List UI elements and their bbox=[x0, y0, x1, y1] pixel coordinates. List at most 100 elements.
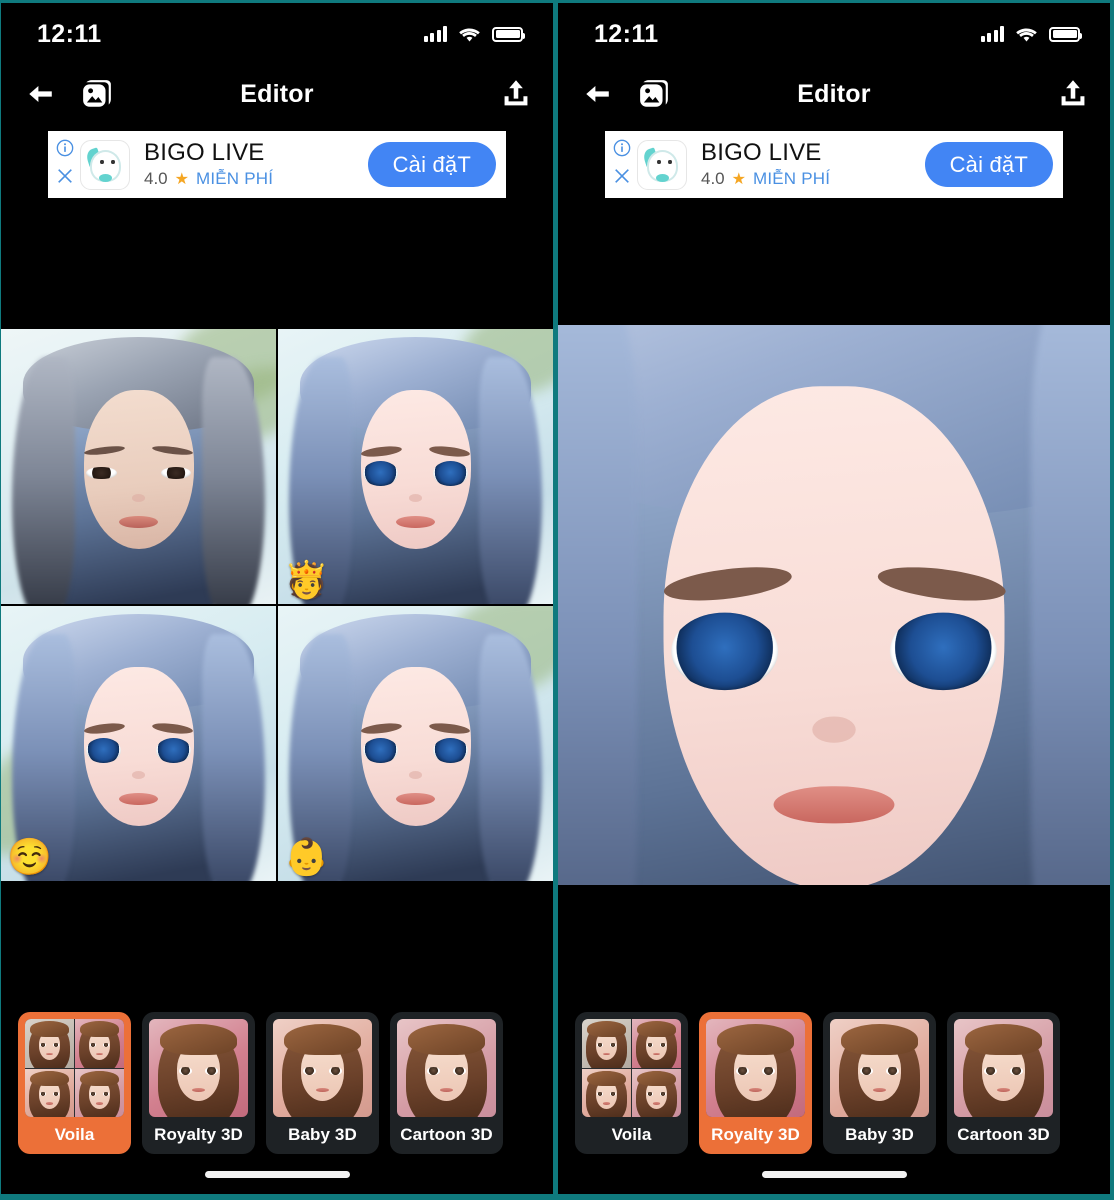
ad-title: BIGO LIVE bbox=[144, 139, 265, 167]
status-bar: 12:11 bbox=[1, 3, 553, 65]
ad-text-block: BIGO LIVE 4.0 ★ MIỄN PHÍ bbox=[687, 140, 925, 189]
ad-banner[interactable]: BIGO LIVE 4.0 ★ MIỄN PHÍ Cài đặT bbox=[605, 131, 1063, 198]
nav-right-group bbox=[1058, 78, 1088, 110]
style-label: Baby 3D bbox=[845, 1125, 914, 1144]
style-card-voila[interactable]: Voila bbox=[575, 1012, 688, 1154]
ad-text-block: BIGO LIVE 4.0 ★ MIỄN PHÍ bbox=[130, 140, 368, 189]
ad-subline: 4.0 ★ MIỄN PHÍ bbox=[701, 169, 925, 189]
style-card-baby-3d[interactable]: Baby 3D bbox=[266, 1012, 379, 1154]
cell-badge: ☺️ bbox=[7, 836, 52, 877]
ad-marks bbox=[52, 139, 78, 190]
status-clock: 12:11 bbox=[594, 19, 659, 48]
close-icon[interactable] bbox=[56, 167, 74, 190]
status-indicators bbox=[980, 26, 1082, 43]
ad-rating: 4.0 bbox=[144, 168, 168, 188]
ad-install-button[interactable]: Cài đặT bbox=[924, 142, 1053, 187]
original-photo[interactable] bbox=[1, 329, 276, 604]
style-tray: Voila Royalty 3D Baby 3D Cartoon 3D bbox=[558, 1012, 1110, 1154]
cellular-signal-icon bbox=[423, 26, 447, 42]
style-thumbnail bbox=[706, 1019, 805, 1117]
bigo-live-app-icon bbox=[80, 139, 130, 190]
canvas-top-spacer bbox=[558, 198, 1110, 325]
photo-stack-icon[interactable] bbox=[638, 78, 670, 110]
home-indicator[interactable] bbox=[761, 1170, 907, 1178]
share-upload-icon[interactable] bbox=[501, 78, 531, 110]
home-indicator[interactable] bbox=[204, 1170, 350, 1178]
canvas-top-spacer bbox=[1, 198, 553, 329]
cell-badge: 🫅 bbox=[284, 559, 329, 600]
star-icon: ★ bbox=[731, 170, 746, 188]
status-indicators bbox=[423, 26, 525, 43]
info-icon[interactable] bbox=[56, 139, 74, 162]
ad-subline: 4.0 ★ MIỄN PHÍ bbox=[144, 169, 368, 189]
ad-banner[interactable]: BIGO LIVE 4.0 ★ MIỄN PHÍ Cài đặT bbox=[48, 131, 506, 198]
ad-price: MIỄN PHÍ bbox=[752, 168, 831, 188]
style-tray: Voila Royalty 3D Baby 3D Cartoon 3D bbox=[1, 1012, 553, 1154]
style-thumbnail bbox=[273, 1019, 372, 1117]
back-arrow-icon[interactable] bbox=[25, 81, 55, 107]
style-card-baby-3d[interactable]: Baby 3D bbox=[823, 1012, 936, 1154]
style-card-cartoon-3d[interactable]: Cartoon 3D bbox=[390, 1012, 503, 1154]
style-label: Voila bbox=[54, 1125, 95, 1144]
ad-banner-container: BIGO LIVE 4.0 ★ MIỄN PHÍ Cài đặT bbox=[558, 123, 1110, 198]
nav-left-group bbox=[25, 78, 113, 110]
info-icon[interactable] bbox=[613, 139, 631, 162]
share-upload-icon[interactable] bbox=[1058, 78, 1088, 110]
bigo-live-app-icon bbox=[637, 139, 687, 190]
wifi-icon bbox=[1015, 26, 1038, 43]
status-bar: 12:11 bbox=[558, 3, 1110, 65]
home-indicator-area bbox=[1, 1154, 553, 1194]
result-grid-canvas[interactable]: 🫅 ☺️ 👶 bbox=[1, 329, 553, 881]
ad-rating: 4.0 bbox=[701, 168, 725, 188]
ad-title: BIGO LIVE bbox=[701, 139, 822, 167]
style-label: Royalty 3D bbox=[711, 1125, 800, 1144]
screenshot-stage: 12:11 Editor BIGO LIVE 4.0 ★ MIỄN PHÍ Cà… bbox=[0, 0, 1114, 1200]
home-indicator-area bbox=[558, 1154, 1110, 1194]
cellular-signal-icon bbox=[980, 26, 1004, 42]
style-card-cartoon-3d[interactable]: Cartoon 3D bbox=[947, 1012, 1060, 1154]
result-grid: 🫅 ☺️ 👶 bbox=[1, 329, 553, 881]
style-card-royalty-3d[interactable]: Royalty 3D bbox=[142, 1012, 255, 1154]
royalty-3d-result[interactable]: 🫅 bbox=[278, 329, 553, 604]
tray-top-spacer bbox=[558, 885, 1110, 1012]
back-arrow-icon[interactable] bbox=[582, 81, 612, 107]
tray-top-spacer bbox=[1, 881, 553, 1012]
baby-3d-result[interactable]: 👶 bbox=[278, 606, 553, 881]
battery-icon bbox=[1049, 26, 1082, 42]
style-thumbnail bbox=[397, 1019, 496, 1117]
portrait-art bbox=[1, 329, 276, 604]
nav-bar: Editor bbox=[558, 65, 1110, 123]
style-label: Baby 3D bbox=[288, 1125, 357, 1144]
panel-left: 12:11 Editor BIGO LIVE 4.0 ★ MIỄN PHÍ Cà… bbox=[1, 3, 553, 1194]
nav-bar: Editor bbox=[1, 65, 553, 123]
nav-right-group bbox=[501, 78, 531, 110]
wifi-icon bbox=[458, 26, 481, 43]
status-clock: 12:11 bbox=[37, 19, 102, 48]
style-label: Voila bbox=[611, 1125, 652, 1144]
style-thumbnail bbox=[830, 1019, 929, 1117]
style-card-royalty-3d[interactable]: Royalty 3D bbox=[699, 1012, 812, 1154]
style-thumbnail bbox=[582, 1019, 681, 1117]
ad-price: MIỄN PHÍ bbox=[195, 168, 274, 188]
battery-icon bbox=[492, 26, 525, 42]
style-label: Cartoon 3D bbox=[957, 1125, 1050, 1144]
close-icon[interactable] bbox=[613, 167, 631, 190]
star-icon: ★ bbox=[174, 170, 189, 188]
ad-marks bbox=[609, 139, 635, 190]
style-label: Cartoon 3D bbox=[400, 1125, 493, 1144]
style-label: Royalty 3D bbox=[154, 1125, 243, 1144]
style-card-voila[interactable]: Voila bbox=[18, 1012, 131, 1154]
cell-badge: 👶 bbox=[284, 836, 329, 877]
style-thumbnail bbox=[25, 1019, 124, 1117]
panel-right: 12:11 Editor BIGO LIVE 4.0 ★ MIỄN PHÍ Cà… bbox=[558, 3, 1110, 1194]
style-thumbnail bbox=[954, 1019, 1053, 1117]
portrait-art bbox=[558, 325, 1110, 885]
style-thumbnail bbox=[149, 1019, 248, 1117]
royalty-3d-preview[interactable] bbox=[558, 325, 1110, 885]
ad-install-button[interactable]: Cài đặT bbox=[367, 142, 496, 187]
ad-banner-container: BIGO LIVE 4.0 ★ MIỄN PHÍ Cài đặT bbox=[1, 123, 553, 198]
result-single-canvas[interactable] bbox=[558, 325, 1110, 885]
nav-left-group bbox=[582, 78, 670, 110]
photo-stack-icon[interactable] bbox=[81, 78, 113, 110]
cartoon-3d-result[interactable]: ☺️ bbox=[1, 606, 276, 881]
